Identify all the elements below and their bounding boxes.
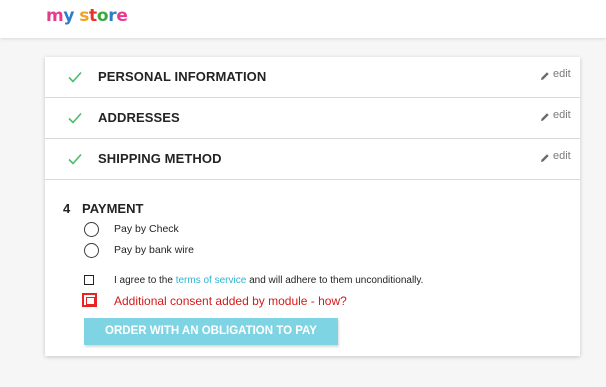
step-title: PERSONAL INFORMATION: [98, 69, 267, 84]
checkmark-icon: [68, 153, 82, 165]
edit-label: edit: [553, 109, 571, 121]
payment-step-title: PAYMENT: [82, 201, 144, 216]
edit-link[interactable]: edit: [540, 150, 580, 166]
logo-letter: y: [63, 6, 75, 26]
logo-letter: r: [108, 6, 117, 26]
logo-letter: t: [89, 6, 97, 26]
consent-checkbox[interactable]: [82, 293, 97, 307]
edit-label: edit: [553, 68, 571, 80]
edit-label: edit: [553, 150, 571, 162]
checkmark-icon: [68, 112, 82, 124]
store-logo[interactable]: my store: [46, 6, 128, 26]
payment-option-label: Pay by Check: [114, 223, 179, 235]
terms-agreement-text: I agree to the terms of service and will…: [114, 275, 423, 286]
payment-option-label: Pay by bank wire: [114, 244, 194, 256]
checkmark-icon: [68, 71, 82, 83]
header-bar: my store: [0, 0, 606, 38]
logo-letter: m: [46, 6, 64, 26]
radio-button[interactable]: [84, 222, 99, 237]
checkout-panel: PERSONAL INFORMATION edit ADDRESSES edit…: [45, 57, 580, 356]
logo-letter: s: [79, 6, 90, 26]
logo-letter: o: [96, 6, 109, 26]
pencil-icon: [541, 154, 549, 162]
step-personal-information[interactable]: PERSONAL INFORMATION edit: [45, 57, 580, 98]
radio-button[interactable]: [84, 243, 99, 258]
step-shipping-method[interactable]: SHIPPING METHOD edit: [45, 139, 580, 180]
terms-of-service-link[interactable]: terms of service: [176, 275, 247, 286]
step-title: SHIPPING METHOD: [98, 151, 222, 166]
payment-step-number: 4: [63, 201, 71, 216]
pencil-icon: [541, 113, 549, 121]
payment-option-bank-wire[interactable]: Pay by bank wire: [84, 243, 244, 259]
step-title: ADDRESSES: [98, 110, 180, 125]
edit-link[interactable]: edit: [540, 109, 580, 125]
edit-link[interactable]: edit: [540, 68, 580, 84]
terms-checkbox[interactable]: [84, 275, 94, 285]
logo-letter: e: [116, 6, 128, 26]
terms-suffix: and will adhere to them unconditionally.: [246, 275, 424, 286]
payment-option-check[interactable]: Pay by Check: [84, 222, 244, 238]
order-button[interactable]: ORDER WITH AN OBLIGATION TO PAY: [84, 318, 338, 345]
terms-prefix: I agree to the: [114, 275, 176, 286]
pencil-icon: [541, 72, 549, 80]
consent-label: Additional consent added by module - how…: [114, 294, 347, 308]
step-addresses[interactable]: ADDRESSES edit: [45, 98, 580, 139]
